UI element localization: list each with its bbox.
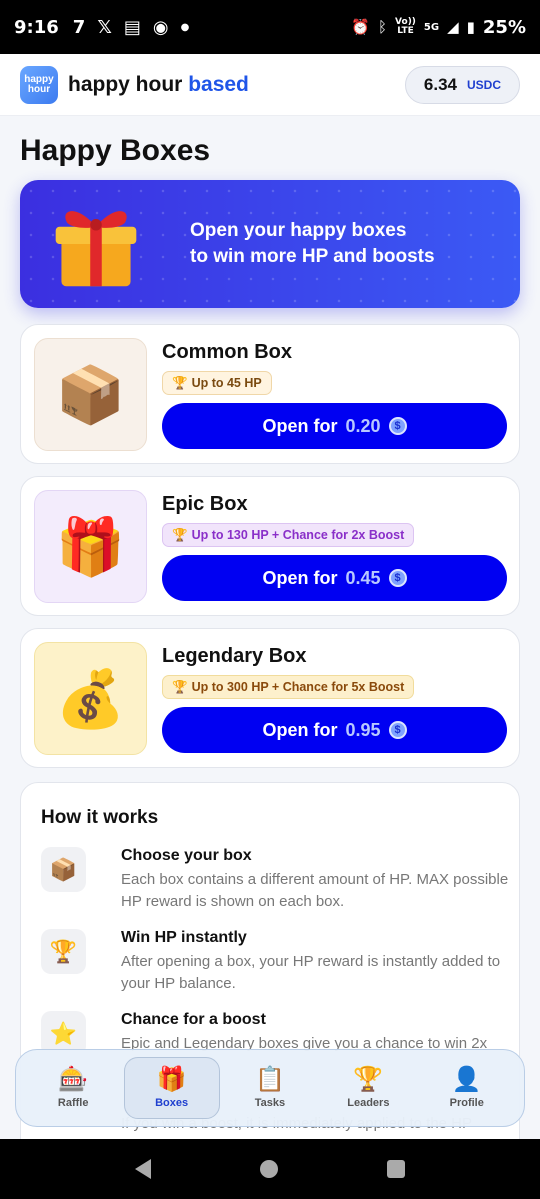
news-icon: ▤ <box>123 16 141 38</box>
box-name: Epic Box <box>162 493 248 515</box>
brand-name: happy hour based <box>68 72 249 96</box>
box-name: Common Box <box>162 341 292 363</box>
how-it-works-card: How it works 📦 Choose your box Each box … <box>20 782 520 1199</box>
slot-machine-icon: 🎰 <box>58 1066 89 1093</box>
page-title: Happy Boxes <box>20 134 211 167</box>
battery-percent: 25% <box>482 16 526 38</box>
app-logo[interactable]: happy hour <box>20 65 58 104</box>
package-icon: 📦 <box>55 362 126 426</box>
open-box-button[interactable]: Open for 0.95 $ <box>162 707 507 753</box>
nav-label: Tasks <box>254 1097 286 1109</box>
package-icon: 📦 <box>41 847 86 892</box>
hero-text: Open your happy boxes to win more HP and… <box>190 220 435 267</box>
status-time: 9:16 <box>14 16 59 38</box>
trophy-icon: 🏆 <box>172 527 188 542</box>
open-box-button[interactable]: Open for 0.20 $ <box>162 403 507 449</box>
balance-amount: 6.34 <box>423 74 457 94</box>
volte-icon: Vo)) LTE <box>395 17 416 36</box>
box-price: 0.95 <box>345 719 381 740</box>
signal-icon: ◢ <box>447 18 459 36</box>
gift-icon: 🎁 <box>55 514 126 578</box>
bottom-nav: 🎰 Raffle 🎁 Boxes 📋 Tasks 🏆 Leaders 👤 Pro… <box>15 1049 525 1127</box>
clipboard-icon: 📋 <box>255 1066 285 1093</box>
notification-icons: 7 𝕏 ▤ ◉ ● <box>73 17 190 38</box>
status-bar: 9:16 7 𝕏 ▤ ◉ ● ⏰ ᛒ Vo)) LTE 5G ◢ ▮ 25% <box>0 0 540 54</box>
gift-icon <box>55 211 137 287</box>
battery-icon: ▮ <box>466 18 475 36</box>
usdc-coin-icon: $ <box>388 417 407 435</box>
usdc-coin-icon: $ <box>388 569 407 587</box>
bluetooth-icon: ᛒ <box>378 18 388 36</box>
box-thumbnail: 💰 <box>34 642 147 755</box>
nav-label: Profile <box>449 1097 484 1109</box>
nav-profile[interactable]: 👤 Profile <box>419 1057 515 1119</box>
nav-tasks[interactable]: 📋 Tasks <box>222 1057 318 1119</box>
home-icon[interactable] <box>259 1160 278 1178</box>
box-price: 0.20 <box>345 415 381 436</box>
nav-raffle[interactable]: 🎰 Raffle <box>25 1057 121 1119</box>
recents-icon[interactable] <box>387 1160 406 1178</box>
step-description: After opening a box, your HP reward is i… <box>121 953 501 992</box>
x-icon: 𝕏 <box>97 16 112 38</box>
nav-label: Raffle <box>57 1097 89 1109</box>
balance-currency: USDC <box>466 77 501 92</box>
box-card-epic: 🎁 Epic Box 🏆 Up to 130 HP + Chance for 2x… <box>20 476 520 616</box>
hero-banner: Open your happy boxes to win more HP and… <box>20 180 520 308</box>
step-title: Win HP instantly <box>121 929 247 946</box>
step-description: Each box contains a different amount of … <box>121 871 509 910</box>
nav-label: Leaders <box>347 1097 390 1109</box>
nav-boxes[interactable]: 🎁 Boxes <box>123 1057 220 1119</box>
alarm-icon: ⏰ <box>351 18 371 36</box>
reward-badge: 🏆 Up to 45 HP <box>162 371 272 395</box>
back-icon[interactable] <box>134 1159 151 1179</box>
money-bag-icon: 💰 <box>55 666 126 730</box>
dot-icon: ● <box>180 21 190 33</box>
gift-icon: 🎁 <box>156 1066 187 1093</box>
reward-badge: 🏆 Up to 130 HP + Chance for 2x Boost <box>162 523 415 547</box>
trophy-icon: 🏆 <box>41 929 86 974</box>
balance-pill[interactable]: 6.34 USDC <box>404 65 520 104</box>
trophy-icon: 🏆 <box>353 1066 384 1093</box>
nav-leaders[interactable]: 🏆 Leaders <box>320 1057 416 1119</box>
step-title: Choose your box <box>121 847 252 864</box>
network-label: 5G <box>423 21 440 33</box>
reward-badge: 🏆 Up to 300 HP + Chance for 5x Boost <box>162 675 415 699</box>
box-price: 0.45 <box>345 567 381 588</box>
box-thumbnail: 📦 <box>34 338 147 451</box>
step-title: Chance for a boost <box>121 1011 266 1028</box>
profile-icon: 👤 <box>451 1066 482 1093</box>
box-card-common: 📦 Common Box 🏆 Up to 45 HP Open for 0.20 … <box>20 324 520 464</box>
trophy-icon: 🏆 <box>172 679 188 694</box>
seven-app-icon: 7 <box>72 16 86 38</box>
how-it-works-title: How it works <box>41 807 159 828</box>
system-icons: ⏰ ᛒ Vo)) LTE 5G ◢ ▮ 25% <box>351 17 526 38</box>
box-thumbnail: 🎁 <box>34 490 147 603</box>
box-card-legendary: 💰 Legendary Box 🏆 Up to 300 HP + Chance f… <box>20 628 520 768</box>
box-name: Legendary Box <box>162 645 307 667</box>
nav-label: Boxes <box>155 1097 189 1109</box>
trophy-icon: 🏆 <box>172 375 188 390</box>
system-navigation-bar <box>0 1139 540 1199</box>
app-header: happy hour happy hour based 6.34 USDC <box>0 54 540 116</box>
open-box-button[interactable]: Open for 0.45 $ <box>162 555 507 601</box>
usdc-coin-icon: $ <box>388 721 407 739</box>
whatsapp-icon: ◉ <box>152 16 169 38</box>
